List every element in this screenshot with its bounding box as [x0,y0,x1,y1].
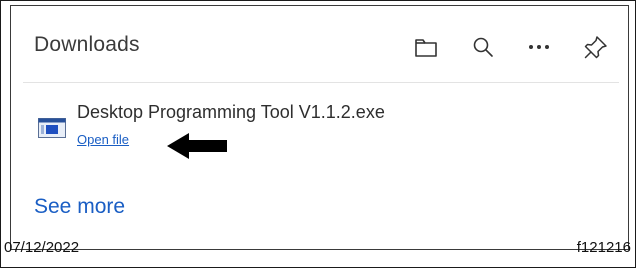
executable-file-icon [38,118,66,143]
header-divider [23,82,619,83]
panel-title: Downloads [34,33,140,56]
see-more-link[interactable]: See more [34,195,125,219]
more-icon[interactable] [524,32,554,62]
figure-date: 07/12/2022 [4,239,80,256]
folder-icon[interactable] [411,32,441,62]
callout-arrow-icon [165,131,229,166]
download-file-name: Desktop Programming Tool V1.1.2.exe [77,102,385,122]
search-icon[interactable] [468,32,498,62]
open-file-link[interactable]: Open file [77,132,129,147]
pin-icon[interactable] [581,32,611,62]
figure-id: f121216 [576,239,631,256]
